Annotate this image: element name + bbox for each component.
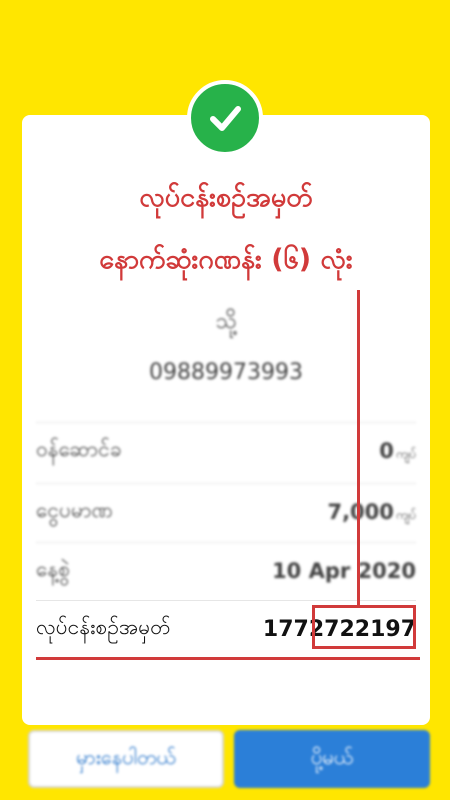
date-value: 10 Apr 2020	[272, 559, 416, 583]
fee-value-wrap: 0 ကျပ်	[379, 439, 416, 464]
send-button[interactable]: ပို့မယ်	[234, 730, 430, 788]
fee-unit: ကျပ်	[395, 446, 416, 461]
incorrect-button[interactable]: မှားနေပါတယ်	[28, 730, 224, 788]
fee-label: ဝန်ဆောင်ခ	[36, 436, 122, 461]
last-six-digits-highlight	[312, 605, 416, 649]
amount-unit: ကျပ်	[395, 507, 416, 522]
annotation-pointer-line	[357, 290, 360, 606]
check-icon	[210, 106, 241, 131]
amount-value: 7,000	[327, 499, 394, 524]
recipient-phone: 09889973993	[149, 360, 303, 385]
annotation-subtitle: နောက်ဆုံးဂဏန်း (၆) လုံး	[99, 244, 353, 275]
transaction-id-label: လုပ်ငန်းစဉ်အမှတ်	[36, 614, 171, 639]
recipient-name: သို့	[215, 309, 237, 334]
success-check-badge	[187, 80, 263, 156]
fee-value: 0	[379, 438, 394, 463]
transaction-id-underline	[36, 657, 420, 660]
amount-label: ငွေပမာဏ	[36, 497, 113, 522]
annotation-title: လုပ်ငန်းစဉ်အမှတ်	[139, 182, 313, 213]
amount-value-wrap: 7,000 ကျပ်	[327, 500, 416, 525]
date-label: နေ့စွဲ	[36, 556, 71, 581]
